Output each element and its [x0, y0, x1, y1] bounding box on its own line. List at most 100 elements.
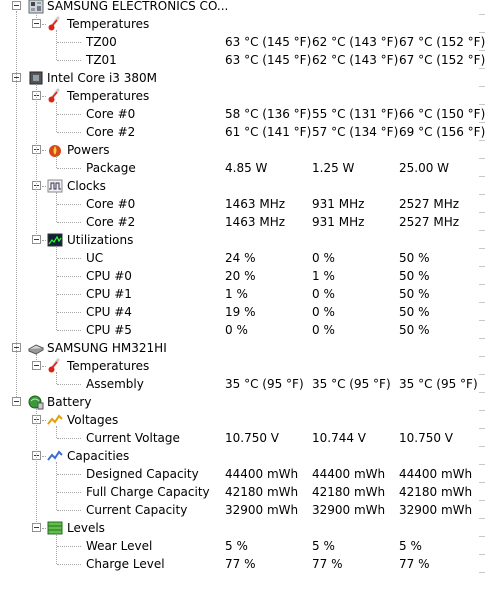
- sensor-group-row[interactable]: Levels: [0, 519, 485, 537]
- row-edge-tick: [479, 122, 485, 123]
- sensor-label: CPU #1: [86, 287, 132, 301]
- device-name: Intel Core i3 380M: [47, 71, 158, 85]
- row-edge-tick: [479, 248, 485, 249]
- sensor-max: 25.00 W: [399, 161, 450, 175]
- sensor-max: 32900 mWh: [399, 503, 473, 517]
- sensor-min: 931 MHz: [312, 215, 365, 229]
- sensor-max: 10.750 V: [399, 431, 454, 445]
- tree-guide-line: [42, 96, 46, 97]
- tree-guide-line: [57, 312, 81, 313]
- sensor-min: 44400 mWh: [312, 467, 386, 481]
- sensor-group-row[interactable]: Temperatures: [0, 87, 485, 105]
- sensor-max: 77 %: [399, 557, 430, 571]
- sensor-max: 50 %: [399, 287, 430, 301]
- sensor-value: 63 °C (145 °F): [225, 35, 312, 49]
- tree-guide-line: [56, 156, 57, 168]
- collapse-toggle[interactable]: [12, 1, 21, 10]
- row-edge-tick: [479, 50, 485, 51]
- device-row[interactable]: SAMSUNG ELECTRONICS CO...: [0, 0, 485, 15]
- sensor-value: 44400 mWh: [225, 467, 299, 481]
- tree-guide-line: [42, 150, 46, 151]
- collapse-toggle[interactable]: [12, 397, 21, 406]
- row-edge-tick: [479, 500, 485, 501]
- tree-guide-line: [42, 366, 46, 367]
- sensor-value: 42180 mWh: [225, 485, 299, 499]
- row-edge-tick: [479, 536, 485, 537]
- sensor-value: 10.750 V: [225, 431, 280, 445]
- sensor-group-row[interactable]: Utilizations: [0, 231, 485, 249]
- sensor-max: 44400 mWh: [399, 467, 473, 481]
- sensor-label: Charge Level: [86, 557, 165, 571]
- sensor-min: 32900 mWh: [312, 503, 386, 517]
- sensor-value: 1463 MHz: [225, 197, 286, 211]
- sensor-label: Core #0: [86, 197, 136, 211]
- sensor-value: 1 %: [225, 287, 248, 301]
- tree-guide-line: [56, 426, 57, 438]
- row-edge-tick: [479, 356, 485, 357]
- sensor-min: 35 °C (95 °F): [312, 377, 391, 391]
- tree-guide-line: [56, 102, 57, 132]
- sensor-group-name: Temperatures: [67, 359, 150, 373]
- thermometer-icon: [47, 16, 63, 32]
- sensor-group-name: Capacities: [67, 449, 130, 463]
- row-edge-tick: [479, 68, 485, 69]
- device-row[interactable]: SAMSUNG HM321HI: [0, 339, 485, 357]
- tree-guide-line: [16, 11, 17, 397]
- row-edge-tick: [479, 266, 485, 267]
- collapse-toggle[interactable]: [32, 523, 41, 532]
- sensor-max: 50 %: [399, 305, 430, 319]
- tree-guide-line: [57, 42, 81, 43]
- sensor-max: 50 %: [399, 323, 430, 337]
- sensor-group-name: Powers: [67, 143, 110, 157]
- sensor-group-row[interactable]: Temperatures: [0, 357, 485, 375]
- collapse-toggle[interactable]: [32, 361, 41, 370]
- sensor-max: 5 %: [399, 539, 422, 553]
- sensor-label: TZ00: [86, 35, 117, 49]
- thermometer-icon: [47, 88, 63, 104]
- sensor-max: 67 °C (152 °F): [399, 53, 485, 67]
- tree-guide-line: [56, 372, 57, 384]
- collapse-toggle[interactable]: [32, 19, 41, 28]
- sensor-max: 67 °C (152 °F): [399, 35, 485, 49]
- sensor-label: Package: [86, 161, 136, 175]
- device-row[interactable]: Battery: [0, 393, 485, 411]
- sensor-min: 0 %: [312, 251, 335, 265]
- tree-guide-line: [42, 420, 46, 421]
- sensor-max: 50 %: [399, 251, 430, 265]
- row-edge-tick: [479, 32, 485, 33]
- device-name: SAMSUNG ELECTRONICS CO...: [47, 0, 229, 13]
- sensor-label: CPU #4: [86, 305, 132, 319]
- row-edge-tick: [479, 302, 485, 303]
- sensor-group-row[interactable]: Temperatures: [0, 15, 485, 33]
- row-edge-tick: [479, 518, 485, 519]
- sensor-group-row[interactable]: Voltages: [0, 411, 485, 429]
- sensor-label: Core #2: [86, 215, 136, 229]
- tree-guide-line: [56, 462, 57, 510]
- collapse-toggle[interactable]: [32, 235, 41, 244]
- sensor-label: CPU #0: [86, 269, 132, 283]
- tree-guide-line: [57, 384, 81, 385]
- sensor-value: 58 °C (136 °F): [225, 107, 312, 121]
- tree-guide-line: [57, 276, 81, 277]
- sensor-label: Current Capacity: [86, 503, 188, 517]
- sensor-tree[interactable]: SAMSUNG ELECTRONICS CO... Temperatures TZ0…: [0, 0, 485, 591]
- row-edge-tick: [479, 284, 485, 285]
- tree-guide-line: [42, 456, 46, 457]
- sensor-label: TZ01: [86, 53, 117, 67]
- sensor-max: 50 %: [399, 269, 430, 283]
- row-edge-tick: [479, 194, 485, 195]
- tree-guide-line: [57, 510, 81, 511]
- device-row[interactable]: Intel Core i3 380M: [0, 69, 485, 87]
- row-edge-tick: [479, 86, 485, 87]
- sensor-label: Current Voltage: [86, 431, 180, 445]
- tree-guide-line: [36, 84, 37, 236]
- sensor-value: 35 °C (95 °F): [225, 377, 304, 391]
- sensor-label: Assembly: [86, 377, 144, 391]
- sensor-group-row[interactable]: Capacities: [0, 447, 485, 465]
- sensor-group-row[interactable]: Clocks: [0, 177, 485, 195]
- row-edge-tick: [479, 374, 485, 375]
- sensor-group-row[interactable]: Powers: [0, 141, 485, 159]
- tree-guide-line: [57, 438, 81, 439]
- sensor-group-name: Temperatures: [67, 89, 150, 103]
- sensor-value: 77 %: [225, 557, 256, 571]
